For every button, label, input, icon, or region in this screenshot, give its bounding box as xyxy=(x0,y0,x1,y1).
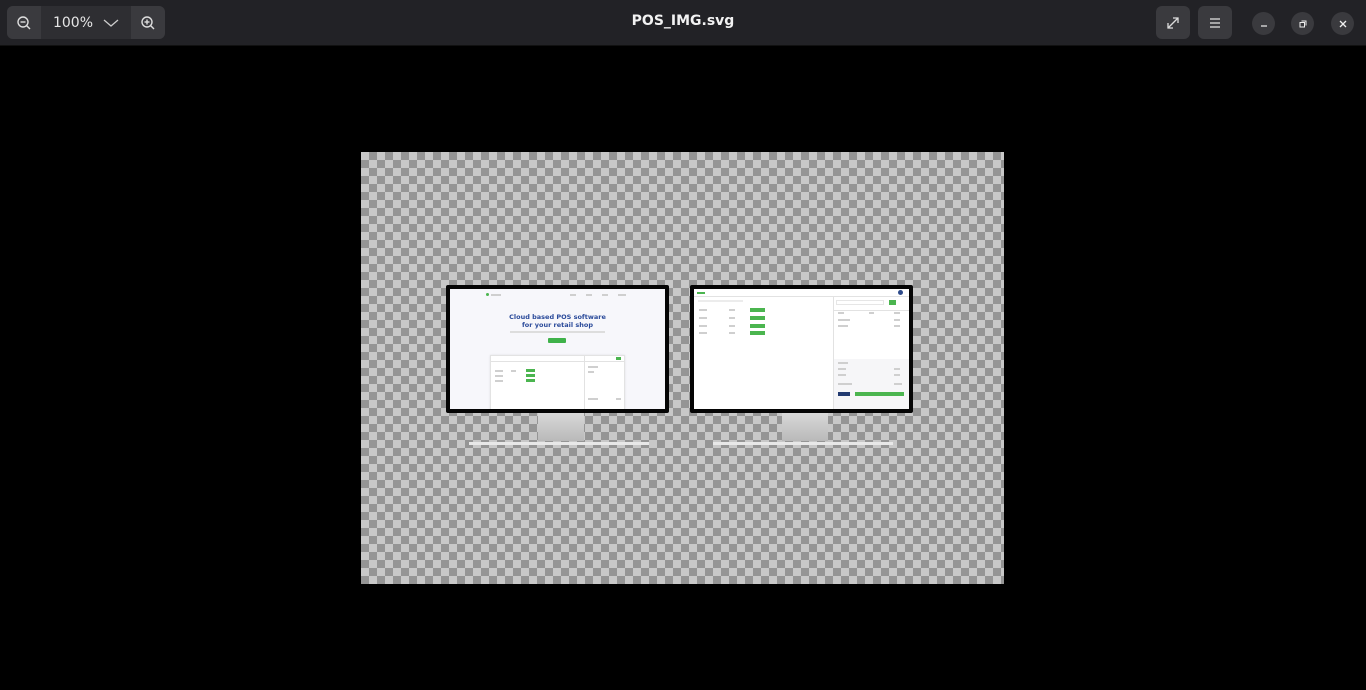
zoom-level-dropdown[interactable]: 100% xyxy=(41,6,131,39)
cart-header xyxy=(838,312,844,314)
nav-item xyxy=(586,294,592,296)
preview-button xyxy=(526,374,535,377)
product-row xyxy=(729,309,735,311)
nav-item xyxy=(602,294,608,296)
hero-title-line1: Cloud based POS software xyxy=(509,313,606,321)
divider xyxy=(491,361,624,362)
main-menu-button[interactable] xyxy=(1198,6,1232,39)
preview-row xyxy=(495,380,503,382)
minimize-icon xyxy=(1260,24,1267,27)
close-icon xyxy=(1339,20,1346,27)
product-row xyxy=(729,325,735,327)
chevron-down-icon xyxy=(103,19,119,27)
totals-row xyxy=(894,383,902,385)
add-product-button xyxy=(750,331,765,335)
cart-row xyxy=(894,319,900,321)
preview-row xyxy=(495,370,503,372)
preview-row xyxy=(616,398,621,400)
preview-button xyxy=(526,369,535,372)
hero-title-line2: for your retail shop xyxy=(521,321,593,329)
left-monitor-screen: Cloud based POS software for your retail… xyxy=(450,289,665,409)
preview-row xyxy=(588,371,594,373)
right-monitor-stand xyxy=(782,413,828,441)
hamburger-menu-icon xyxy=(1210,17,1220,28)
zoom-level-value: 100% xyxy=(52,14,94,31)
app-preview xyxy=(490,355,625,409)
add-product-button xyxy=(750,308,765,312)
fullscreen-button[interactable] xyxy=(1156,6,1190,39)
right-monitor-screen xyxy=(694,289,909,409)
brand-name xyxy=(491,294,501,296)
add-customer-button xyxy=(889,300,896,305)
preview-button xyxy=(526,379,535,382)
restore-button[interactable] xyxy=(1291,12,1314,35)
zoom-controls: 100% xyxy=(7,6,165,39)
totals-row xyxy=(838,362,848,364)
left-monitor-base xyxy=(469,442,649,445)
totals-row xyxy=(894,374,900,376)
left-monitor: Cloud based POS software for your retail… xyxy=(446,285,669,413)
totals-panel xyxy=(834,359,909,409)
product-row xyxy=(699,325,707,327)
totals-row xyxy=(838,368,846,370)
hero-title: Cloud based POS software for your retail… xyxy=(450,313,665,329)
totals-row xyxy=(838,374,846,376)
title-bar: 100% POS_IMG.svg xyxy=(0,0,1366,46)
cancel-order-button xyxy=(838,392,850,396)
cart-row xyxy=(838,319,850,321)
brand-logo xyxy=(697,292,705,294)
product-row xyxy=(729,317,735,319)
checkout-button xyxy=(855,392,904,396)
product-row xyxy=(729,332,735,334)
avatar xyxy=(898,290,903,295)
preview-row xyxy=(588,398,598,400)
add-product-button xyxy=(750,324,765,328)
brand-logo-icon xyxy=(486,293,489,296)
image-viewer-area[interactable]: Cloud based POS software for your retail… xyxy=(0,47,1366,690)
product-row xyxy=(699,332,707,334)
add-product-button xyxy=(750,316,765,320)
cart-row xyxy=(838,325,848,327)
transparent-image-canvas: Cloud based POS software for your retail… xyxy=(361,152,1004,584)
zoom-in-button[interactable] xyxy=(131,6,165,39)
zoom-out-button[interactable] xyxy=(7,6,41,39)
preview-row xyxy=(495,375,503,377)
fullscreen-icon xyxy=(1167,16,1179,29)
left-monitor-stand xyxy=(538,413,584,441)
cart-row xyxy=(894,325,900,327)
preview-row xyxy=(511,370,516,372)
right-monitor-base xyxy=(713,442,893,445)
customer-search-field xyxy=(836,300,884,305)
product-row xyxy=(699,317,707,319)
zoom-in-icon xyxy=(141,15,155,29)
hero-subtitle xyxy=(510,331,605,333)
hero-cta-button xyxy=(548,338,566,343)
minimize-button[interactable] xyxy=(1252,12,1275,35)
search-bar xyxy=(698,300,743,302)
nav-item xyxy=(618,294,626,296)
nav-item xyxy=(570,294,576,296)
zoom-out-icon xyxy=(17,15,31,29)
restore-icon xyxy=(1299,20,1306,27)
cart-header xyxy=(894,312,900,314)
totals-row xyxy=(894,368,900,370)
right-monitor xyxy=(690,285,913,413)
preview-button xyxy=(616,357,621,360)
totals-row xyxy=(838,383,852,385)
divider xyxy=(584,356,585,409)
cart-header xyxy=(869,312,874,314)
preview-row xyxy=(588,366,598,368)
close-button[interactable] xyxy=(1331,12,1354,35)
divider xyxy=(694,296,909,297)
divider xyxy=(834,310,909,311)
product-row xyxy=(699,309,707,311)
